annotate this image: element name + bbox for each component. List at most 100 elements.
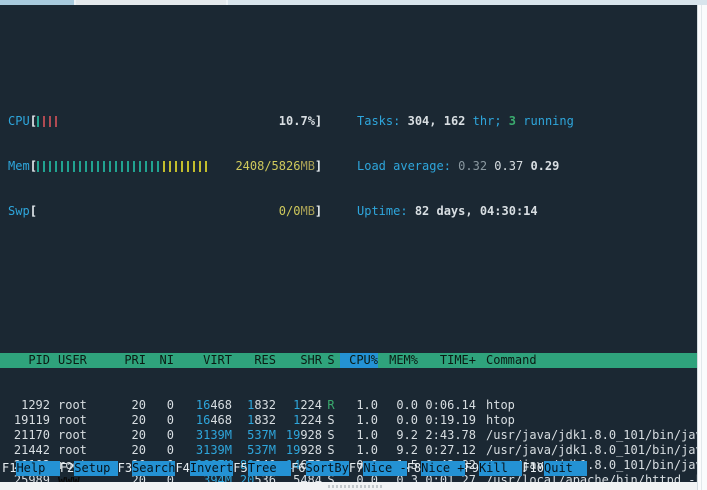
cpu-meter: CPU[10.7%]	[8, 114, 345, 129]
swp-meter-label: Swp	[8, 204, 30, 219]
cell-pid: 21442	[2, 443, 50, 458]
cell-command: htop	[476, 398, 697, 413]
fkey-f4[interactable]: F4Invert	[175, 461, 233, 476]
cell-virt: 16468	[174, 413, 232, 428]
load-5min: 0.37	[494, 159, 523, 173]
fkey-f8[interactable]: F8Nice +	[407, 461, 465, 476]
process-table: PID USER PRI NI VIRT RES SHR S CPU% MEM%…	[0, 323, 697, 482]
open-bracket: [	[30, 159, 37, 174]
fkey-label: Kill	[479, 461, 522, 476]
fkey-f10[interactable]: F10Quit	[522, 461, 587, 476]
process-row[interactable]: 19119root2001646818321224S1.00.00:19.19h…	[0, 413, 697, 428]
cell-time: 2:43.78	[418, 428, 476, 443]
fkey-label: SortBy	[306, 461, 349, 476]
fkey-number: F10	[522, 461, 544, 476]
header-time[interactable]: TIME+	[418, 353, 476, 368]
vertical-scrollbar[interactable]	[697, 5, 707, 490]
open-bracket: [	[30, 204, 37, 219]
fkey-number: F1	[2, 461, 16, 476]
fkey-number: F4	[175, 461, 189, 476]
fkey-label: Quit	[544, 461, 587, 476]
mem-meter: Mem[2408/5826MB]	[8, 159, 345, 174]
uptime-value: 82 days, 04:30:14	[415, 204, 538, 218]
cell-user: root	[50, 398, 116, 413]
header-ni[interactable]: NI	[146, 353, 174, 368]
cpu-percent-value: 10.7%	[279, 114, 315, 129]
fkey-number: F7	[349, 461, 363, 476]
cell-res: 537M	[232, 443, 276, 458]
header-res[interactable]: RES	[232, 353, 276, 368]
cell-shr: 1224	[276, 398, 322, 413]
tasks-label: Tasks:	[357, 114, 400, 128]
meters-panel: CPU[10.7%] Mem[2408/5826MB] Swp[0/0MB]	[0, 84, 345, 249]
running-label: running	[523, 114, 574, 128]
cell-user: root	[50, 413, 116, 428]
cell-user: root	[50, 428, 116, 443]
fkey-f7[interactable]: F7Nice -	[349, 461, 407, 476]
process-row[interactable]: 21170root2003139M537M19928S1.09.22:43.78…	[0, 428, 697, 443]
process-row[interactable]: 1292root2001646818321224R1.00.00:06.14ht…	[0, 398, 697, 413]
load-label: Load average:	[357, 159, 451, 173]
cell-res: 1832	[232, 398, 276, 413]
uptime-line: Uptime: 82 days, 04:30:14	[357, 204, 574, 219]
swp-value: 0/0	[279, 204, 301, 218]
cell-mem: 0.0	[378, 413, 418, 428]
table-header-row: PID USER PRI NI VIRT RES SHR S CPU% MEM%…	[0, 353, 697, 368]
swp-meter: Swp[0/0MB]	[8, 204, 345, 219]
close-bracket: ]	[315, 114, 322, 129]
cell-user: root	[50, 443, 116, 458]
header-user[interactable]: USER	[50, 353, 116, 368]
fkey-label: Setup	[74, 461, 117, 476]
cell-ni: 0	[146, 428, 174, 443]
fkey-number: F6	[291, 461, 305, 476]
terminal-window: CPU[10.7%] Mem[2408/5826MB] Swp[0/0MB] T…	[0, 5, 697, 482]
header-cpu-sort[interactable]: CPU%	[340, 353, 378, 368]
cell-time: 0:27.12	[418, 443, 476, 458]
cell-ni: 0	[146, 398, 174, 413]
fkey-f3[interactable]: F3Search	[118, 461, 176, 476]
cell-res: 1832	[232, 413, 276, 428]
fkey-number: F8	[407, 461, 421, 476]
cell-shr: 19928	[276, 428, 322, 443]
cell-mem: 9.2	[378, 443, 418, 458]
header-pri[interactable]: PRI	[116, 353, 146, 368]
header-pid[interactable]: PID	[2, 353, 50, 368]
fkey-label: Invert	[190, 461, 233, 476]
close-bracket: ]	[315, 159, 322, 174]
mem-usage-bars	[37, 161, 211, 173]
cpu-usage-bars	[37, 116, 61, 128]
cell-cpu: 1.0	[340, 413, 378, 428]
process-row[interactable]: 21442root2003139M537M19928S1.09.20:27.12…	[0, 443, 697, 458]
mem-value: 2408/5826	[235, 159, 300, 173]
tasks-threads: 162	[444, 114, 466, 128]
thr-label: thr;	[473, 114, 502, 128]
header-virt[interactable]: VIRT	[174, 353, 232, 368]
fkey-f1[interactable]: F1Help	[2, 461, 60, 476]
header-mem[interactable]: MEM%	[378, 353, 418, 368]
fkey-label: Nice +	[421, 461, 464, 476]
fkey-f6[interactable]: F6SortBy	[291, 461, 349, 476]
swp-unit: MB	[300, 204, 314, 218]
fkey-f5[interactable]: F5Tree	[233, 461, 291, 476]
cell-pid: 21170	[2, 428, 50, 443]
horizontal-scrollbar[interactable]	[0, 482, 697, 490]
cell-pri: 20	[116, 428, 146, 443]
fkey-label: Tree	[248, 461, 291, 476]
header-shr[interactable]: SHR	[276, 353, 322, 368]
mem-unit: MB	[300, 159, 314, 173]
load-average-line: Load average: 0.32 0.37 0.29	[357, 159, 574, 174]
tasks-line: Tasks: 304, 162 thr; 3 running	[357, 114, 574, 129]
cell-ni: 0	[146, 443, 174, 458]
tasks-running-count: 3	[509, 114, 516, 128]
cell-virt: 3139M	[174, 428, 232, 443]
header-command[interactable]: Command	[476, 353, 697, 368]
cell-virt: 3139M	[174, 443, 232, 458]
fkey-f2[interactable]: F2Setup	[60, 461, 118, 476]
fkey-f9[interactable]: F9Kill	[465, 461, 523, 476]
cell-command: /usr/java/jdk1.8.0_101/bin/java -Xm	[476, 428, 697, 443]
htop-header-area: CPU[10.7%] Mem[2408/5826MB] Swp[0/0MB] T…	[0, 84, 697, 249]
cell-cpu: 1.0	[340, 398, 378, 413]
header-state[interactable]: S	[322, 353, 340, 368]
cell-res: 537M	[232, 428, 276, 443]
fkey-number: F3	[118, 461, 132, 476]
